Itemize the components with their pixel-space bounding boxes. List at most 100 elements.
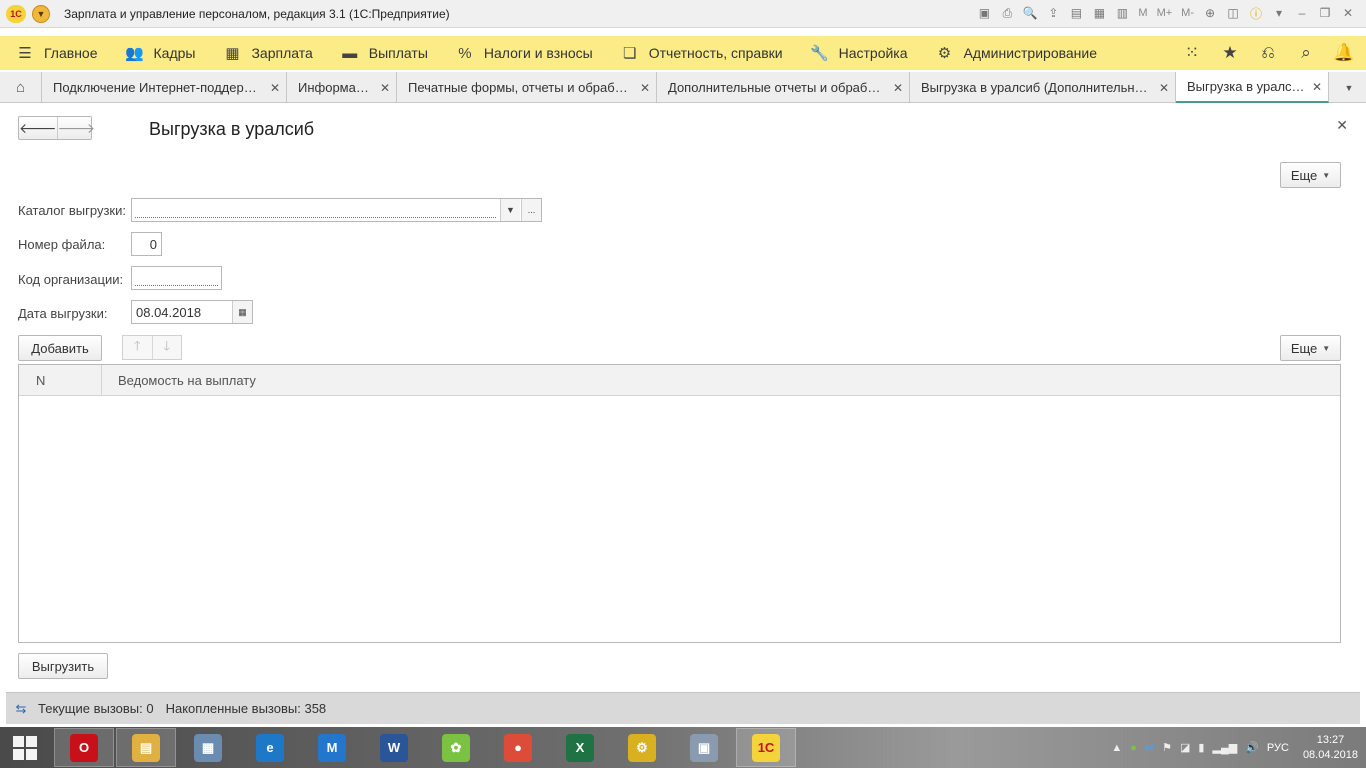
app-logo-icon: 1С bbox=[6, 4, 26, 23]
calendar-icon[interactable]: ▦ bbox=[232, 301, 252, 323]
info-icon[interactable]: ⓘ bbox=[1246, 3, 1266, 23]
more-label: Еще bbox=[1290, 167, 1318, 183]
tab-uralsib-processing[interactable]: Выгрузка в уралсиб (Дополнительная обраб… bbox=[910, 72, 1176, 103]
close-tab-icon[interactable]: ✕ bbox=[270, 81, 280, 95]
network-status-icon[interactable]: ◪ bbox=[1180, 741, 1190, 754]
taskbar-app[interactable]: ▦ bbox=[178, 728, 238, 767]
close-tab-icon[interactable]: ✕ bbox=[1159, 81, 1169, 95]
section-payments[interactable]: ▬ Выплаты bbox=[325, 36, 440, 70]
home-tab[interactable]: ⌂ bbox=[0, 72, 42, 103]
main-menu-button[interactable]: ▼ bbox=[32, 4, 50, 23]
search-icon[interactable]: ⌕ bbox=[1294, 43, 1318, 63]
taskbar-app[interactable]: X bbox=[550, 728, 610, 767]
document-icon[interactable]: ▤ bbox=[1066, 3, 1086, 23]
taskbar-app[interactable]: ✿ bbox=[426, 728, 486, 767]
volume-icon[interactable]: 🔊 bbox=[1245, 741, 1259, 754]
tabs-list-dropdown[interactable]: ▼ bbox=[1332, 72, 1366, 103]
show-hidden-icons-icon[interactable]: ▲ bbox=[1111, 742, 1122, 754]
info-dropdown-icon[interactable]: ▾ bbox=[1269, 3, 1289, 23]
table-body[interactable] bbox=[19, 396, 1340, 642]
caret-down-icon: ▼ bbox=[1322, 170, 1331, 180]
calculator-icon[interactable]: ▦ bbox=[1089, 3, 1109, 23]
save-icon[interactable]: ▣ bbox=[974, 3, 994, 23]
notifications-bell-icon[interactable]: 🔔 bbox=[1332, 43, 1356, 63]
user-status-icon[interactable]: ● bbox=[1130, 742, 1137, 754]
windows-taskbar: O ▤ ▦ e M W ✿ ● X ⚙ ▣ 1С ▲ ● ⇄ ⚑ ◪ ▮ ▂▄▆ 🔊 РУС 13:2… bbox=[0, 727, 1366, 768]
flag-icon[interactable]: ⚑ bbox=[1162, 741, 1172, 754]
section-admin[interactable]: ⚙ Администрирование bbox=[920, 36, 1110, 70]
table-header: N Ведомость на выплату bbox=[19, 365, 1340, 396]
memory-button[interactable]: M bbox=[1135, 3, 1150, 23]
server-calls-icon[interactable]: ⇆ bbox=[12, 700, 30, 718]
history-navigation: 🡐 🡒 bbox=[18, 116, 95, 140]
taskbar-app[interactable]: e bbox=[240, 728, 300, 767]
taskbar-app[interactable]: ⚙ bbox=[612, 728, 672, 767]
signal-icon[interactable]: ▂▄▆ bbox=[1212, 741, 1237, 754]
move-up-icon[interactable]: 🡑 bbox=[123, 336, 152, 359]
app-icon: X bbox=[566, 733, 594, 762]
tab-information[interactable]: Информация ✕ bbox=[287, 72, 397, 103]
column-header-n[interactable]: N bbox=[19, 365, 102, 395]
section-settings[interactable]: 🔧 Настройка bbox=[795, 36, 920, 70]
favorites-star-icon[interactable]: ★ bbox=[1218, 43, 1242, 63]
taskbar-app[interactable]: ● bbox=[488, 728, 548, 767]
calendar-icon[interactable]: ▥ bbox=[1112, 3, 1132, 23]
tab-uralsib-export[interactable]: Выгрузка в уралсиб ✕ bbox=[1176, 72, 1329, 103]
taskbar-app[interactable]: ▣ bbox=[674, 728, 734, 767]
close-tab-icon[interactable]: ✕ bbox=[380, 81, 390, 95]
section-staff[interactable]: 👥 Кадры bbox=[110, 36, 208, 70]
memory-minus-button[interactable]: M- bbox=[1178, 3, 1197, 23]
add-button[interactable]: Добавить bbox=[18, 335, 102, 361]
tab-print-forms[interactable]: Печатные формы, отчеты и обработки ✕ bbox=[397, 72, 657, 103]
close-window-icon[interactable]: ✕ bbox=[1338, 3, 1358, 23]
all-functions-icon[interactable]: ⁙ bbox=[1180, 43, 1204, 63]
preview-icon[interactable]: 🔍 bbox=[1020, 3, 1040, 23]
tab-internet-support[interactable]: Подключение Интернет-поддержки ✕ bbox=[42, 72, 287, 103]
history-icon[interactable]: ⎌ bbox=[1256, 43, 1280, 63]
org-code-input[interactable] bbox=[131, 266, 222, 290]
tab-additional-reports[interactable]: Дополнительные отчеты и обработки ✕ bbox=[657, 72, 910, 103]
catalog-dropdown-icon[interactable]: ▼ bbox=[500, 199, 520, 221]
org-code-underline bbox=[135, 285, 218, 286]
upload-icon[interactable]: ⇪ bbox=[1043, 3, 1063, 23]
teamviewer-icon[interactable]: ⇄ bbox=[1145, 741, 1154, 754]
taskbar-app[interactable]: ▤ bbox=[116, 728, 176, 767]
catalog-field[interactable]: ▼ ... bbox=[131, 198, 542, 222]
app-icon: ● bbox=[504, 733, 532, 762]
section-taxes[interactable]: % Налоги и взносы bbox=[440, 36, 605, 70]
export-button[interactable]: Выгрузить bbox=[18, 653, 108, 679]
export-date-input[interactable]: 08.04.2018 ▦ bbox=[131, 300, 253, 324]
back-arrow-icon[interactable]: 🡐 bbox=[19, 117, 57, 139]
section-reports[interactable]: ❏ Отчетность, справки bbox=[605, 36, 795, 70]
file-number-input[interactable]: 0 bbox=[131, 232, 162, 256]
more-actions-button[interactable]: Еще ▼ bbox=[1280, 162, 1341, 188]
catalog-label: Каталог выгрузки: bbox=[18, 203, 126, 218]
section-salary[interactable]: ▦ Зарплата bbox=[207, 36, 324, 70]
close-tab-icon[interactable]: ✕ bbox=[1312, 80, 1322, 94]
statements-table[interactable]: N Ведомость на выплату bbox=[18, 364, 1341, 643]
taskbar-app[interactable]: W bbox=[364, 728, 424, 767]
close-tab-icon[interactable]: ✕ bbox=[640, 81, 650, 95]
restore-icon[interactable]: ❐ bbox=[1315, 3, 1335, 23]
section-main[interactable]: ☰ Главное bbox=[0, 36, 110, 70]
people-icon: 👥 bbox=[125, 45, 144, 62]
move-down-icon[interactable]: 🡓 bbox=[151, 336, 182, 359]
catalog-select-button[interactable]: ... bbox=[521, 199, 541, 221]
table-more-actions-button[interactable]: Еще ▼ bbox=[1280, 335, 1341, 361]
zoom-icon[interactable]: ⊕ bbox=[1200, 3, 1220, 23]
memory-plus-button[interactable]: M+ bbox=[1154, 3, 1176, 23]
forward-arrow-icon[interactable]: 🡒 bbox=[56, 117, 95, 139]
column-header-statement[interactable]: Ведомость на выплату bbox=[102, 365, 256, 395]
minimize-icon[interactable]: – bbox=[1292, 3, 1312, 23]
battery-icon[interactable]: ▮ bbox=[1198, 741, 1204, 754]
clock[interactable]: 13:27 08.04.2018 bbox=[1303, 733, 1358, 763]
close-form-icon[interactable]: ✕ bbox=[1336, 117, 1348, 134]
panels-icon[interactable]: ◫ bbox=[1223, 3, 1243, 23]
taskbar-app[interactable]: 1С bbox=[736, 728, 796, 767]
start-button[interactable] bbox=[0, 727, 50, 768]
close-tab-icon[interactable]: ✕ bbox=[893, 81, 903, 95]
print-icon[interactable]: ⎙ bbox=[997, 3, 1017, 23]
taskbar-app[interactable]: M bbox=[302, 728, 362, 767]
language-indicator[interactable]: РУС bbox=[1267, 742, 1289, 754]
taskbar-app[interactable]: O bbox=[54, 728, 114, 767]
